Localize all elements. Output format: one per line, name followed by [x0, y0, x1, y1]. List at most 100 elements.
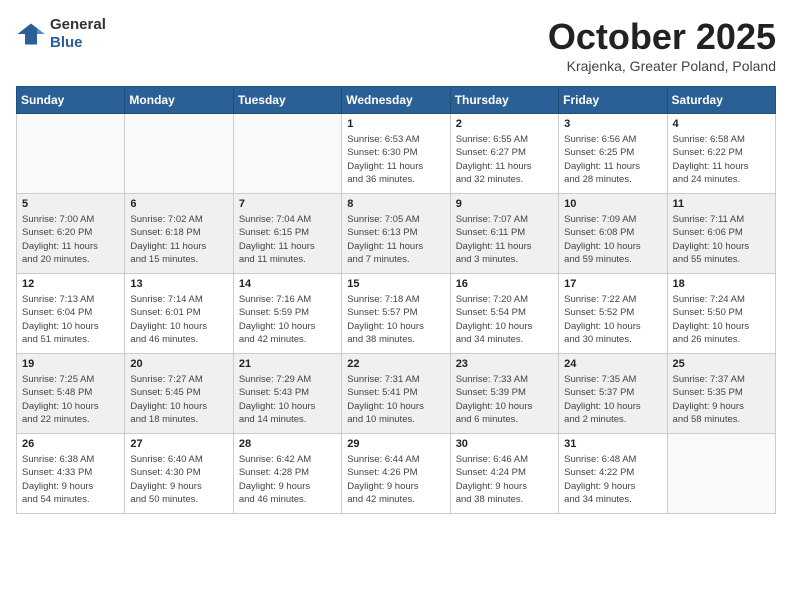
- calendar-week-row: 26Sunrise: 6:38 AMSunset: 4:33 PMDayligh…: [17, 434, 776, 514]
- calendar-cell: 13Sunrise: 7:14 AMSunset: 6:01 PMDayligh…: [125, 274, 233, 354]
- day-info: Sunrise: 7:24 AMSunset: 5:50 PMDaylight:…: [673, 293, 770, 346]
- day-number: 21: [239, 358, 336, 370]
- calendar-cell: 19 Sunrise: 7:25 AMSunset: 5:48 PMDayligh…: [17, 354, 125, 434]
- calendar: SundayMondayTuesdayWednesdayThursdayFrid…: [16, 86, 776, 514]
- calendar-week-row: 1Sunrise: 6:53 AMSunset: 6:30 PMDaylight…: [17, 114, 776, 194]
- day-number: 28: [239, 438, 336, 450]
- calendar-cell: 6Sunrise: 7:02 AMSunset: 6:18 PMDaylight…: [125, 194, 233, 274]
- day-info: Sunrise: 6:58 AMSunset: 6:22 PMDaylight:…: [673, 133, 770, 186]
- day-number: 1: [347, 118, 444, 130]
- calendar-cell: 8 Sunrise: 7:05 AMSunset: 6:13 PMDaylight…: [342, 194, 450, 274]
- day-number: 11: [673, 198, 770, 210]
- calendar-week-row: 12Sunrise: 7:13 AMSunset: 6:04 PMDayligh…: [17, 274, 776, 354]
- day-number: 8: [347, 198, 444, 210]
- day-info: Sunrise: 6:38 AMSunset: 4:33 PMDaylight:…: [22, 453, 119, 506]
- weekday-header-wednesday: Wednesday: [342, 87, 450, 114]
- day-info: Sunrise: 7:16 AMSunset: 5:59 PMDaylight:…: [239, 293, 336, 346]
- day-info: Sunrise: 7:18 AMSunset: 5:57 PMDaylight:…: [347, 293, 444, 346]
- day-number: 2: [456, 118, 553, 130]
- calendar-cell: 14 Sunrise: 7:16 AMSunset: 5:59 PMDayligh…: [233, 274, 341, 354]
- calendar-cell: 3 Sunrise: 6:56 AMSunset: 6:25 PMDaylight…: [559, 114, 667, 194]
- calendar-cell: 31 Sunrise: 6:48 AMSunset: 4:22 PMDayligh…: [559, 434, 667, 514]
- day-info: Sunrise: 7:11 AMSunset: 6:06 PMDaylight:…: [673, 213, 770, 266]
- calendar-cell: 12Sunrise: 7:13 AMSunset: 6:04 PMDayligh…: [17, 274, 125, 354]
- day-info: Sunrise: 7:07 AMSunset: 6:11 PMDaylight:…: [456, 213, 553, 266]
- calendar-cell: [125, 114, 233, 194]
- weekday-header-row: SundayMondayTuesdayWednesdayThursdayFrid…: [17, 87, 776, 114]
- calendar-cell: 18 Sunrise: 7:24 AMSunset: 5:50 PMDayligh…: [667, 274, 775, 354]
- calendar-cell: [667, 434, 775, 514]
- day-info: Sunrise: 7:00 AMSunset: 6:20 PMDaylight:…: [22, 213, 119, 266]
- calendar-cell: 17Sunrise: 7:22 AMSunset: 5:52 PMDayligh…: [559, 274, 667, 354]
- calendar-cell: 29 Sunrise: 6:44 AMSunset: 4:26 PMDayligh…: [342, 434, 450, 514]
- day-number: 30: [456, 438, 553, 450]
- day-number: 25: [673, 358, 770, 370]
- day-info: Sunrise: 7:27 AMSunset: 5:45 PMDaylight:…: [130, 373, 227, 426]
- calendar-cell: 15 Sunrise: 7:18 AMSunset: 5:57 PMDayligh…: [342, 274, 450, 354]
- logo-icon: [16, 22, 46, 46]
- weekday-header-tuesday: Tuesday: [233, 87, 341, 114]
- weekday-header-monday: Monday: [125, 87, 233, 114]
- calendar-cell: 9 Sunrise: 7:07 AMSunset: 6:11 PMDaylight…: [450, 194, 558, 274]
- day-info: Sunrise: 7:20 AMSunset: 5:54 PMDaylight:…: [456, 293, 553, 346]
- calendar-cell: 27 Sunrise: 6:40 AMSunset: 4:30 PMDayligh…: [125, 434, 233, 514]
- day-info: Sunrise: 7:29 AMSunset: 5:43 PMDaylight:…: [239, 373, 336, 426]
- day-info: Sunrise: 7:04 AMSunset: 6:15 PMDaylight:…: [239, 213, 336, 266]
- day-number: 27: [130, 438, 227, 450]
- logo-general: General: [50, 16, 106, 33]
- day-number: 16: [456, 278, 553, 290]
- day-number: 29: [347, 438, 444, 450]
- day-info: Sunrise: 6:55 AMSunset: 6:27 PMDaylight:…: [456, 133, 553, 186]
- calendar-cell: 23 Sunrise: 7:33 AMSunset: 5:39 PMDayligh…: [450, 354, 558, 434]
- logo-blue: Blue: [50, 34, 83, 51]
- calendar-cell: 1Sunrise: 6:53 AMSunset: 6:30 PMDaylight…: [342, 114, 450, 194]
- title-area: October 2025 Krajenka, Greater Poland, P…: [548, 16, 776, 74]
- day-number: 7: [239, 198, 336, 210]
- day-info: Sunrise: 7:02 AMSunset: 6:18 PMDaylight:…: [130, 213, 227, 266]
- weekday-header-thursday: Thursday: [450, 87, 558, 114]
- day-number: 4: [673, 118, 770, 130]
- day-number: 15: [347, 278, 444, 290]
- day-number: 20: [130, 358, 227, 370]
- day-info: Sunrise: 7:13 AMSunset: 6:04 PMDaylight:…: [22, 293, 119, 346]
- day-number: 10: [564, 198, 661, 210]
- day-info: Sunrise: 7:22 AMSunset: 5:52 PMDaylight:…: [564, 293, 661, 346]
- day-info: Sunrise: 6:48 AMSunset: 4:22 PMDaylight:…: [564, 453, 661, 506]
- day-info: Sunrise: 6:46 AMSunset: 4:24 PMDaylight:…: [456, 453, 553, 506]
- calendar-cell: 24Sunrise: 7:35 AMSunset: 5:37 PMDayligh…: [559, 354, 667, 434]
- day-info: Sunrise: 7:33 AMSunset: 5:39 PMDaylight:…: [456, 373, 553, 426]
- day-number: 31: [564, 438, 661, 450]
- calendar-cell: 25Sunrise: 7:37 AMSunset: 5:35 PMDayligh…: [667, 354, 775, 434]
- day-number: 13: [130, 278, 227, 290]
- calendar-cell: 21 Sunrise: 7:29 AMSunset: 5:43 PMDayligh…: [233, 354, 341, 434]
- weekday-header-sunday: Sunday: [17, 87, 125, 114]
- calendar-cell: 22Sunrise: 7:31 AMSunset: 5:41 PMDayligh…: [342, 354, 450, 434]
- weekday-header-saturday: Saturday: [667, 87, 775, 114]
- header: General Blue October 2025 Krajenka, Grea…: [16, 16, 776, 74]
- day-info: Sunrise: 6:42 AMSunset: 4:28 PMDaylight:…: [239, 453, 336, 506]
- day-number: 3: [564, 118, 661, 130]
- day-info: Sunrise: 7:35 AMSunset: 5:37 PMDaylight:…: [564, 373, 661, 426]
- day-number: 18: [673, 278, 770, 290]
- day-info: Sunrise: 7:05 AMSunset: 6:13 PMDaylight:…: [347, 213, 444, 266]
- calendar-week-row: 5 Sunrise: 7:00 AMSunset: 6:20 PMDaylight…: [17, 194, 776, 274]
- logo: General Blue: [16, 16, 106, 52]
- weekday-header-friday: Friday: [559, 87, 667, 114]
- day-number: 9: [456, 198, 553, 210]
- day-number: 14: [239, 278, 336, 290]
- calendar-cell: 30 Sunrise: 6:46 AMSunset: 4:24 PMDayligh…: [450, 434, 558, 514]
- calendar-week-row: 19 Sunrise: 7:25 AMSunset: 5:48 PMDayligh…: [17, 354, 776, 434]
- calendar-cell: 2 Sunrise: 6:55 AMSunset: 6:27 PMDaylight…: [450, 114, 558, 194]
- calendar-cell: 5 Sunrise: 7:00 AMSunset: 6:20 PMDaylight…: [17, 194, 125, 274]
- calendar-cell: 4 Sunrise: 6:58 AMSunset: 6:22 PMDaylight…: [667, 114, 775, 194]
- day-number: 5: [22, 198, 119, 210]
- day-number: 23: [456, 358, 553, 370]
- day-info: Sunrise: 6:44 AMSunset: 4:26 PMDaylight:…: [347, 453, 444, 506]
- day-info: Sunrise: 7:09 AMSunset: 6:08 PMDaylight:…: [564, 213, 661, 266]
- day-info: Sunrise: 6:56 AMSunset: 6:25 PMDaylight:…: [564, 133, 661, 186]
- day-number: 19: [22, 358, 119, 370]
- calendar-cell: [17, 114, 125, 194]
- day-info: Sunrise: 6:40 AMSunset: 4:30 PMDaylight:…: [130, 453, 227, 506]
- day-info: Sunrise: 7:25 AMSunset: 5:48 PMDaylight:…: [22, 373, 119, 426]
- month-title: October 2025: [548, 16, 776, 58]
